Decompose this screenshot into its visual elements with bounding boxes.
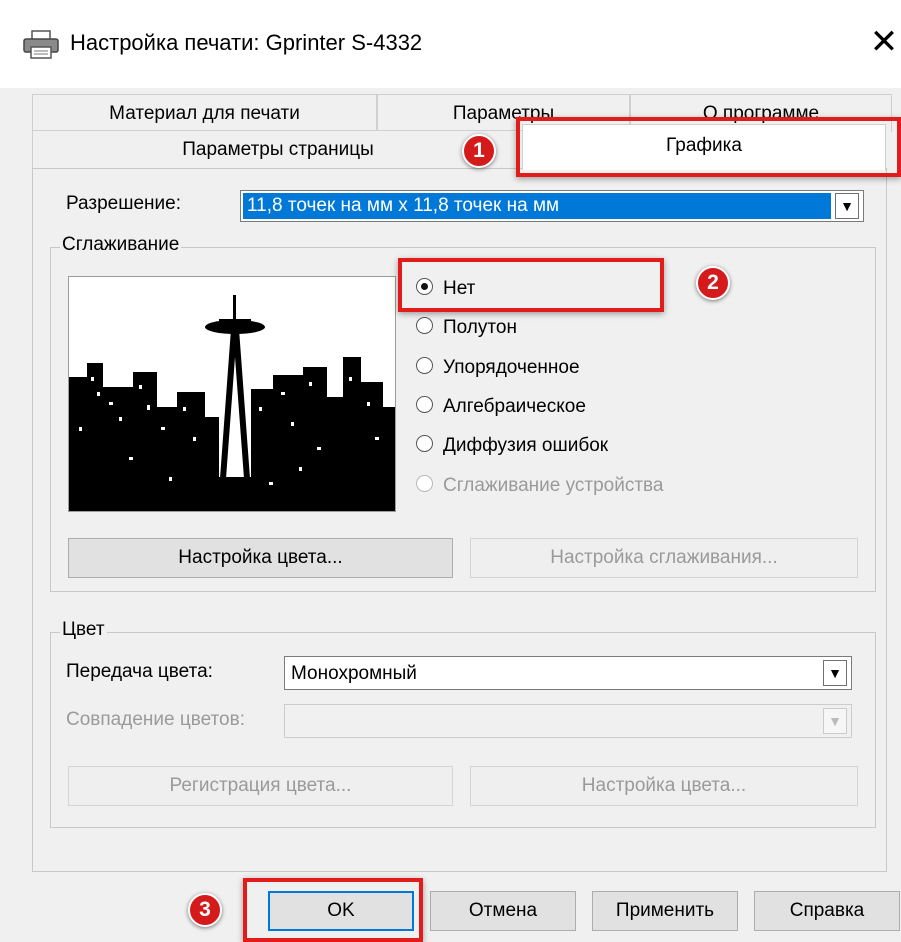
radio-algebraic[interactable]: Алгебраическое (416, 393, 586, 421)
color-register-button: Регистрация цвета... (68, 766, 453, 806)
radio-halftone[interactable]: Полутон (416, 314, 517, 342)
color-legend: Цвет (60, 619, 107, 641)
tab-page-setup[interactable]: Параметры страницы (32, 130, 524, 168)
printer-icon (22, 30, 62, 60)
chevron-down-icon[interactable]: ▼ (823, 660, 847, 686)
color-transfer-select[interactable]: Монохромный ▼ (284, 656, 852, 690)
color-settings-button-disabled: Настройка цвета... (470, 766, 858, 806)
cancel-button[interactable]: Отмена (430, 891, 576, 931)
annotation-badge-2: 2 (696, 266, 730, 300)
tab-label: Параметры страницы (182, 139, 374, 160)
radio-button (416, 475, 433, 493)
color-transfer-label: Передача цвета: (66, 661, 213, 682)
color-settings-button[interactable]: Настройка цвета... (68, 538, 453, 578)
resolution-selected-value: 11,8 точек на мм x 11,8 точек на мм (243, 193, 831, 219)
dithering-preview-image (68, 276, 396, 512)
annotation-box-graphics-tab (516, 117, 901, 177)
radio-button[interactable] (416, 396, 433, 414)
dithering-legend: Сглаживание (60, 234, 182, 256)
radio-label: Диффузия ошибок (443, 435, 609, 456)
resolution-label: Разрешение: (66, 193, 182, 214)
radio-label: Упорядоченное (443, 357, 580, 378)
radio-label: Алгебраическое (443, 396, 586, 417)
annotation-badge-1: 1 (462, 134, 496, 168)
annotation-badge-3: 3 (188, 893, 222, 927)
window-title: Настройка печати: Gprinter S-4332 (70, 30, 423, 55)
color-transfer-value: Монохромный (291, 663, 417, 684)
radio-error-diffusion[interactable]: Диффузия ошибок (416, 432, 608, 460)
annotation-box-ok-button (243, 878, 423, 942)
radio-device-dithering: Сглаживание устройства (416, 472, 664, 500)
annotation-box-none-option (398, 258, 664, 312)
tab-print-material[interactable]: Материал для печати (32, 94, 377, 132)
dither-settings-button: Настройка сглаживания... (470, 538, 858, 578)
radio-label: Сглаживание устройства (443, 475, 664, 496)
radio-label: Полутон (443, 317, 517, 338)
close-button[interactable]: ✕ (868, 22, 900, 62)
tab-label: Материал для печати (109, 103, 300, 124)
chevron-down-icon[interactable]: ▼ (835, 193, 859, 219)
radio-button[interactable] (416, 435, 433, 453)
radio-ordered[interactable]: Упорядоченное (416, 354, 580, 382)
apply-button[interactable]: Применить (592, 891, 738, 931)
help-button[interactable]: Справка (754, 891, 900, 931)
chevron-down-icon: ▼ (823, 708, 847, 734)
color-matching-label: Совпадение цветов: (66, 709, 245, 730)
radio-button[interactable] (416, 357, 433, 375)
radio-button[interactable] (416, 317, 433, 335)
color-matching-select: ▼ (284, 704, 852, 738)
resolution-select[interactable]: 11,8 точек на мм x 11,8 точек на мм ▼ (240, 190, 864, 222)
